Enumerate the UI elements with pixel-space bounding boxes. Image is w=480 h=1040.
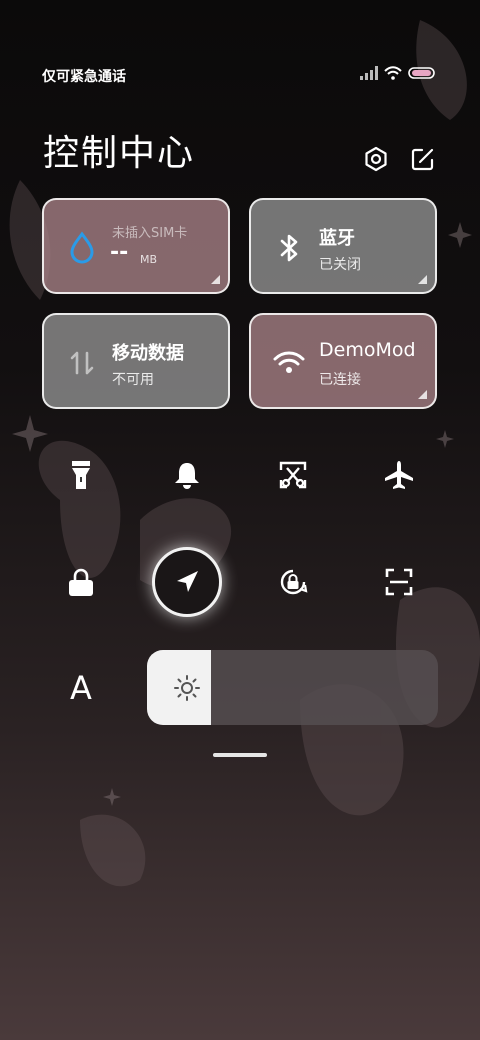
brightness-slider[interactable] [147,650,438,725]
scan-icon [385,568,413,596]
font-size-button[interactable]: A [53,660,109,716]
wifi-icon [273,351,305,373]
expand-corner-icon [418,390,427,399]
scan-button[interactable] [371,554,427,610]
expand-corner-icon [211,275,220,284]
sim-status-label: 未插入SIM卡 [112,226,188,241]
lock-icon [69,568,93,596]
rotation-lock-icon [280,569,308,595]
carrier-label: 仅可紧急通话 [42,69,126,85]
water-drop-icon [70,231,94,264]
drag-handle[interactable] [213,753,267,757]
battery-icon [408,67,435,79]
location-arrow-icon [177,571,198,592]
rotation-lock-toggle[interactable] [265,554,321,610]
wifi-icon [384,66,402,80]
settings-button[interactable] [362,145,390,173]
sun-icon [174,675,200,701]
bluetooth-label: 蓝牙 [319,228,355,249]
settings-icon [365,146,387,172]
page-title: 控制中心 [43,133,196,174]
data-usage-tile[interactable]: 未插入SIM卡 -- MB [42,198,230,294]
mobile-data-status: 不可用 [112,372,154,388]
lock-screen-button[interactable] [53,554,109,610]
bluetooth-status: 已关闭 [319,257,361,273]
edit-button[interactable] [409,145,437,173]
screenshot-toggle[interactable] [265,447,321,503]
screenshot-icon [279,461,307,489]
bluetooth-tile[interactable]: 蓝牙 已关闭 [249,198,437,294]
mobile-data-icon [70,351,94,375]
location-toggle[interactable] [152,547,222,617]
airplane-mode-toggle[interactable] [371,447,427,503]
airplane-icon [385,461,413,489]
wifi-status: 已连接 [319,372,361,388]
edit-icon [411,148,434,171]
mobile-data-label: 移动数据 [112,343,184,364]
bluetooth-icon [280,234,298,262]
silent-toggle[interactable] [159,447,215,503]
bell-icon [175,463,199,489]
data-usage-value: -- [110,240,129,265]
status-icons [360,66,436,80]
flashlight-toggle[interactable] [53,447,109,503]
signal-icon [360,66,378,80]
wifi-tile[interactable]: DemoMod 已连接 [249,313,437,409]
data-usage-unit: MB [140,253,158,266]
expand-corner-icon [418,275,427,284]
status-bar: 仅可紧急通话 [0,62,480,90]
wifi-network-name: DemoMod [319,339,416,361]
mobile-data-tile[interactable]: 移动数据 不可用 [42,313,230,409]
flashlight-icon [72,461,90,489]
